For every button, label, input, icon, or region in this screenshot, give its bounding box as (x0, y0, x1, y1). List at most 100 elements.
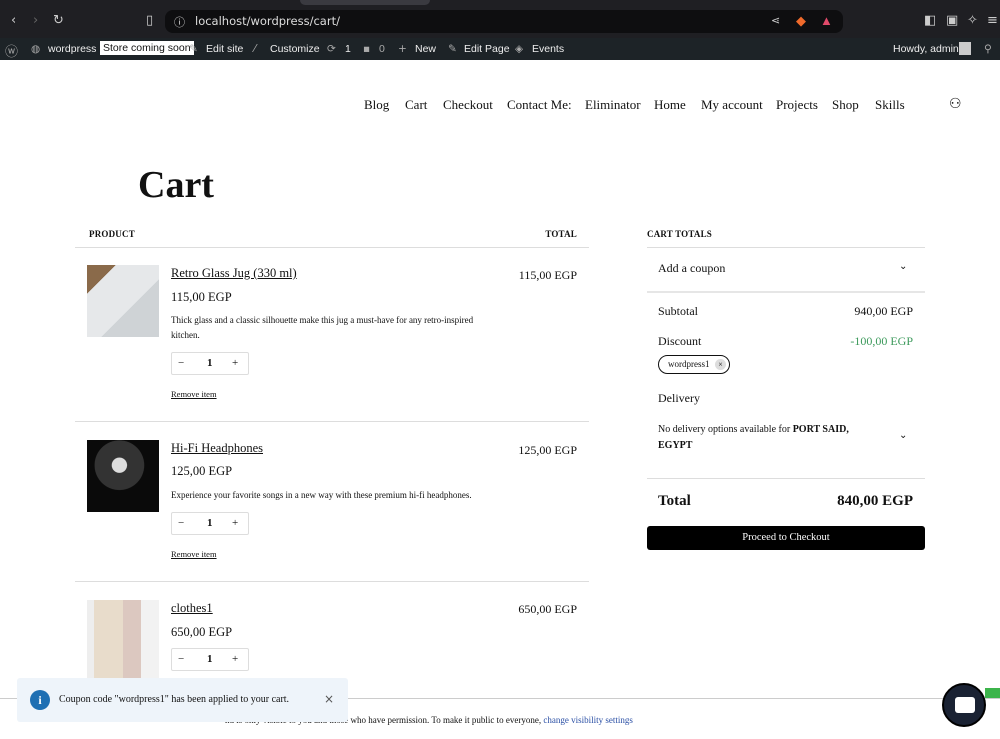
quantity-stepper[interactable]: − 1 + (171, 512, 249, 535)
divider (647, 291, 925, 293)
product-header: PRODUCT (89, 229, 135, 239)
brave-rewards-icon[interactable]: ▲ (820, 13, 833, 29)
edit-page-icon: ✎ (448, 43, 457, 55)
remove-item-link[interactable]: Remove item (171, 389, 217, 399)
close-icon[interactable]: × (324, 692, 334, 706)
increase-button[interactable]: + (232, 357, 238, 369)
product-price: 115,00 EGP (171, 290, 232, 304)
product-name-link[interactable]: Retro Glass Jug (330 ml) (171, 266, 297, 281)
decrease-button[interactable]: − (178, 653, 184, 665)
menu-icon[interactable]: ≡ (987, 13, 998, 28)
total-header: TOTAL (545, 229, 577, 239)
store-status-badge[interactable]: Store coming soon (100, 41, 194, 55)
site-icon: ◍ (31, 43, 41, 55)
total-label: Total (658, 493, 691, 509)
coupon-applied-toast: i Coupon code "wordpress1" has been appl… (17, 678, 348, 722)
nav-my-account[interactable]: My account (701, 97, 763, 113)
avatar[interactable] (959, 42, 971, 55)
product-image-clothes[interactable] (87, 600, 159, 680)
nav-skills[interactable]: Skills (875, 97, 905, 113)
product-price: 125,00 EGP (171, 464, 233, 478)
edit-page-link[interactable]: Edit Page (464, 43, 510, 55)
url-text[interactable]: localhost/wordpress/cart/ (195, 14, 340, 28)
updates-icon: ⟳ (327, 43, 336, 55)
wp-admin-bar: ⓦ ◍ wordpress Store coming soon ✎ Edit s… (0, 38, 1000, 60)
plus-icon: + (398, 43, 407, 55)
chat-icon (955, 697, 975, 713)
change-visibility-link[interactable]: change visibility settings (543, 715, 633, 725)
comments-icon: ▪ (363, 43, 371, 55)
quantity-value[interactable]: 1 (207, 517, 213, 529)
product-description: Thick glass and a classic silhouette mak… (171, 315, 474, 340)
cart-totals-header: CART TOTALS (647, 229, 712, 239)
decrease-button[interactable]: − (178, 357, 184, 369)
comments-count[interactable]: 0 (379, 43, 385, 55)
nav-cart[interactable]: Cart (405, 97, 427, 113)
site-info-icon[interactable]: ⓘ (174, 14, 185, 30)
brush-icon: ⁄ (254, 43, 256, 55)
leo-ai-icon[interactable]: ✧ (967, 13, 978, 28)
address-bar[interactable]: ⓘ localhost/wordpress/cart/ ⋖ ◆ ▲ (165, 10, 843, 33)
chat-widget-button[interactable] (942, 683, 986, 727)
chevron-down-icon[interactable]: ⌄ (899, 430, 907, 441)
nav-contact[interactable]: Contact Me: (507, 97, 572, 113)
nav-home[interactable]: Home (654, 97, 686, 113)
coupon-chip: wordpress1 × (658, 355, 730, 374)
chevron-down-icon[interactable]: ⌄ (899, 261, 907, 272)
wordpress-logo-icon[interactable]: ⓦ (5, 41, 18, 60)
product-name-link[interactable]: clothes1 (171, 601, 213, 616)
info-icon: i (30, 690, 50, 710)
events-icon: ◈ (515, 43, 524, 55)
updates-count[interactable]: 1 (345, 43, 351, 55)
increase-button[interactable]: + (232, 517, 238, 529)
proceed-to-checkout-button[interactable]: Proceed to Checkout (647, 526, 925, 550)
reload-icon[interactable]: ↻ (53, 13, 64, 28)
search-icon[interactable]: ⚲ (984, 43, 992, 55)
browser-tab[interactable] (300, 0, 430, 5)
status-indicator (985, 688, 1000, 698)
edit-site-link[interactable]: Edit site (206, 43, 243, 55)
wallet-icon[interactable]: ▣ (946, 13, 958, 28)
nav-blog[interactable]: Blog (364, 97, 389, 113)
nav-shop[interactable]: Shop (832, 97, 859, 113)
delivery-message: No delivery options available for PORT S… (658, 422, 878, 454)
bookmark-icon[interactable]: ▯ (146, 13, 153, 28)
subtotal-label: Subtotal (658, 304, 699, 318)
discount-value: -100,00 EGP (850, 334, 913, 348)
nav-projects[interactable]: Projects (776, 97, 818, 113)
forward-icon[interactable]: › (33, 13, 38, 28)
remove-coupon-icon[interactable]: × (715, 359, 726, 370)
events-link[interactable]: Events (532, 43, 564, 55)
sidebar-icon[interactable]: ◧ (924, 13, 936, 28)
new-link[interactable]: New (415, 43, 436, 55)
product-name-link[interactable]: Hi-Fi Headphones (171, 441, 263, 456)
nav-checkout[interactable]: Checkout (443, 97, 493, 113)
nav-eliminator[interactable]: Eliminator (585, 97, 641, 113)
add-coupon-toggle[interactable]: Add a coupon (658, 261, 725, 276)
product-description: Experience your favorite songs in a new … (171, 490, 472, 500)
increase-button[interactable]: + (232, 653, 238, 665)
product-image-jug[interactable] (87, 265, 159, 337)
divider (75, 421, 589, 422)
decrease-button[interactable]: − (178, 517, 184, 529)
coupon-code: wordpress1 (668, 359, 710, 369)
remove-item-link[interactable]: Remove item (171, 549, 217, 559)
site-name-link[interactable]: wordpress (48, 43, 96, 55)
line-total: 125,00 EGP (518, 443, 577, 457)
delivery-text: No delivery options available for (658, 424, 793, 435)
toast-message: Coupon code "wordpress1" has been applie… (59, 694, 290, 705)
share-icon[interactable]: ⋖ (771, 14, 780, 27)
edit-site-icon: ✎ (189, 43, 198, 55)
quantity-value[interactable]: 1 (207, 653, 213, 665)
quantity-stepper[interactable]: − 1 + (171, 648, 249, 671)
product-image-headphones[interactable] (87, 440, 159, 512)
back-icon[interactable]: ‹ (11, 13, 16, 28)
browser-toolbar: ‹ › ↻ ▯ ⓘ localhost/wordpress/cart/ ⋖ ◆ … (0, 0, 1000, 38)
howdy-user[interactable]: Howdy, admin (893, 43, 959, 55)
quantity-stepper[interactable]: − 1 + (171, 352, 249, 375)
page-title: Cart (138, 164, 214, 206)
account-icon[interactable]: ⚇ (949, 96, 962, 112)
quantity-value[interactable]: 1 (207, 357, 213, 369)
customize-link[interactable]: Customize (270, 43, 320, 55)
brave-shield-icon[interactable]: ◆ (796, 13, 806, 29)
